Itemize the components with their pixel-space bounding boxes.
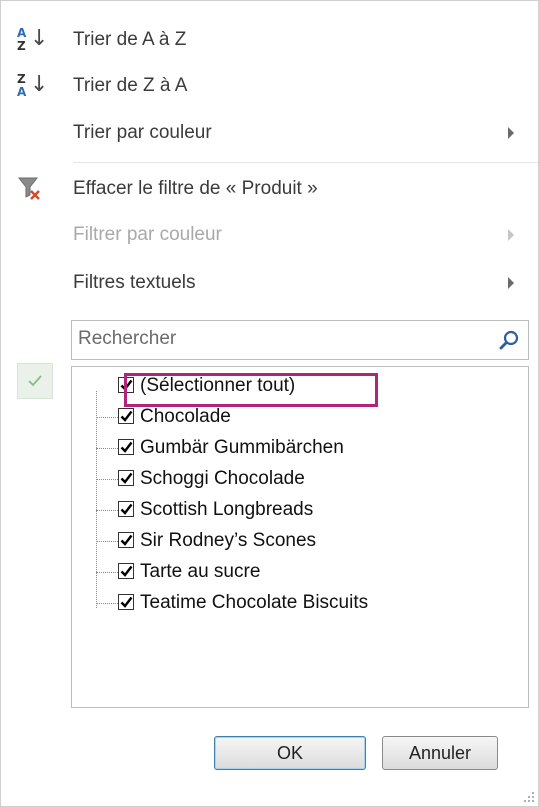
sort-az-icon: A Z ↓: [17, 26, 49, 53]
menu-item-text-filters[interactable]: Filtres textuels: [1, 261, 538, 305]
submenu-arrow-icon: [508, 229, 514, 241]
filter-by-color-label: Filtrer par couleur: [73, 224, 222, 245]
clear-filter-label: Effacer le filtre de « Produit »: [73, 178, 318, 199]
check-icon: [120, 534, 133, 546]
checkbox[interactable]: [118, 470, 134, 486]
text-filters-label: Filtres textuels: [73, 272, 196, 293]
list-item[interactable]: Chocolade: [96, 402, 516, 432]
resize-grip-icon[interactable]: [524, 792, 534, 802]
check-icon: [120, 441, 133, 453]
list-item-label: Gumbär Gummibärchen: [140, 437, 344, 458]
list-item[interactable]: Schoggi Chocolade: [96, 464, 516, 494]
list-item-label: Tarte au sucre: [140, 561, 261, 582]
checkbox[interactable]: [118, 563, 134, 579]
menu-separator: [73, 162, 538, 163]
check-icon: [120, 472, 133, 484]
search-icon[interactable]: [498, 329, 520, 351]
list-item-label: Scottish Longbreads: [140, 499, 314, 520]
menu-item-sort-za[interactable]: Z A ↓ Trier de Z à A: [1, 64, 538, 108]
autofilter-dropdown: A Z ↓ Trier de A à Z Z A ↓ Trier de Z à …: [0, 0, 539, 807]
ok-button[interactable]: OK: [214, 736, 366, 770]
filter-applied-indicator: [17, 363, 53, 399]
sort-za-label: Trier de Z à A: [73, 75, 188, 96]
menu-item-sort-by-color[interactable]: Trier par couleur: [1, 111, 538, 155]
clear-filter-icon: [17, 175, 43, 203]
submenu-arrow-icon: [508, 127, 514, 139]
list-item-select-all[interactable]: (Sélectionner tout): [96, 371, 516, 407]
check-icon: [120, 503, 133, 515]
check-icon: [28, 375, 42, 387]
sort-az-label: Trier de A à Z: [73, 29, 187, 50]
search-box: [71, 320, 529, 360]
check-icon: [120, 410, 133, 422]
search-input[interactable]: [78, 325, 478, 353]
check-icon: [120, 565, 133, 577]
list-item[interactable]: Gumbär Gummibärchen: [96, 433, 516, 463]
menu-item-clear-filter[interactable]: Effacer le filtre de « Produit »: [1, 167, 538, 211]
checkbox[interactable]: [118, 501, 134, 517]
list-item[interactable]: Sir Rodney’s Scones: [96, 526, 516, 556]
sort-za-icon: Z A ↓: [17, 72, 49, 99]
checkbox[interactable]: [118, 408, 134, 424]
list-item-label: Sir Rodney’s Scones: [140, 530, 317, 551]
list-item[interactable]: Scottish Longbreads: [96, 495, 516, 525]
sort-by-color-label: Trier par couleur: [73, 122, 212, 143]
submenu-arrow-icon: [508, 277, 514, 289]
checkbox[interactable]: [118, 439, 134, 455]
list-item-label: Chocolade: [140, 406, 231, 427]
list-item[interactable]: Tarte au sucre: [96, 557, 516, 587]
checkbox[interactable]: [118, 594, 134, 610]
checkbox[interactable]: [118, 532, 134, 548]
menu-item-sort-az[interactable]: A Z ↓ Trier de A à Z: [1, 18, 538, 62]
list-item-label: Teatime Chocolate Biscuits: [140, 592, 369, 613]
list-item[interactable]: Teatime Chocolate Biscuits: [96, 588, 516, 618]
check-icon: [120, 596, 133, 608]
values-list: (Sélectionner tout) Chocolade Gumbär Gum…: [71, 366, 529, 708]
menu-item-filter-by-color: Filtrer par couleur: [1, 213, 538, 257]
cancel-button[interactable]: Annuler: [382, 736, 498, 770]
list-item-label: Schoggi Chocolade: [140, 468, 305, 489]
